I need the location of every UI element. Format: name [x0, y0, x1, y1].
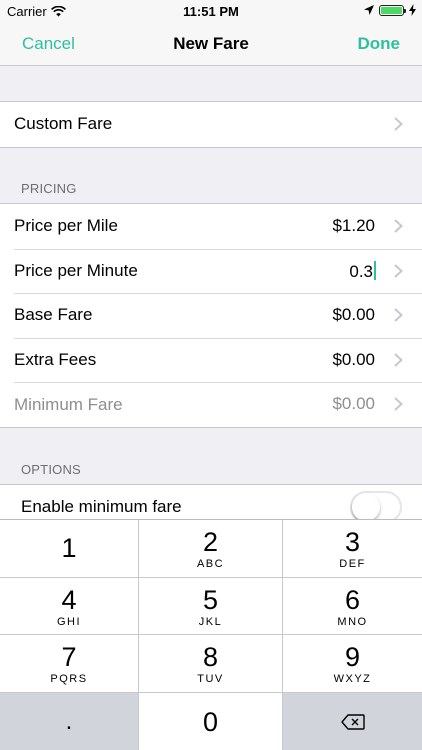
key-digit: 6	[344, 584, 361, 615]
status-time: 11:51 PM	[183, 4, 239, 19]
navigation-bar: Cancel New Fare Done	[0, 22, 422, 66]
price-per-mile-row[interactable]: Price per Mile $1.20	[0, 204, 422, 249]
price-per-minute-label: Price per Minute	[14, 260, 138, 280]
key-letters: PQRS	[50, 673, 88, 685]
done-button[interactable]: Done	[358, 34, 401, 54]
key-letters: ABC	[196, 558, 225, 570]
key-2[interactable]: 2 ABC	[139, 520, 283, 578]
status-right	[364, 4, 416, 16]
key-letters: TUV	[197, 673, 224, 685]
numeric-keypad: 1 2 ABC 3 DEF 4 GHI 5 JKL 6 MNO 7 PQRS 8…	[0, 519, 422, 750]
key-3[interactable]: 3 DEF	[283, 520, 422, 578]
pricing-section-header: PRICING	[21, 181, 77, 196]
extra-fees-label: Extra Fees	[14, 350, 97, 370]
key-digit: 8	[202, 642, 219, 672]
price-per-minute-input[interactable]: 0.3	[349, 260, 376, 282]
key-5[interactable]: 5 JKL	[139, 578, 283, 635]
enable-minimum-fare-label: Enable minimum fare	[21, 497, 182, 516]
key-digit: 4	[61, 584, 77, 615]
key-decimal[interactable]: .	[0, 693, 139, 750]
chevron-right-icon	[394, 308, 403, 322]
key-digit: .	[65, 708, 73, 735]
chevron-right-icon	[394, 397, 403, 412]
base-fare-label: Base Fare	[14, 305, 93, 325]
key-digit: 1	[61, 533, 77, 563]
options-section-header: OPTIONS	[21, 462, 81, 477]
base-fare-row[interactable]: Base Fare $0.00	[0, 293, 422, 338]
key-digit: 5	[202, 584, 219, 615]
pricing-group: Price per Mile $1.20 Price per Minute 0.…	[0, 203, 422, 428]
key-letters: WXYZ	[333, 673, 372, 685]
charging-bolt-icon	[409, 4, 416, 16]
key-7[interactable]: 7 PQRS	[0, 635, 139, 693]
key-letters: DEF	[339, 558, 366, 570]
minimum-fare-row[interactable]: Minimum Fare $0.00	[0, 382, 422, 427]
price-per-mile-value[interactable]: $1.20	[332, 216, 375, 236]
toggle-knob	[352, 493, 380, 521]
minimum-fare-value[interactable]: $0.00	[332, 394, 375, 414]
minimum-fare-label: Minimum Fare	[14, 394, 123, 414]
key-1[interactable]: 1	[0, 520, 139, 578]
chevron-right-icon	[394, 219, 403, 233]
key-digit: 0	[202, 707, 219, 737]
chevron-right-icon	[394, 117, 403, 131]
price-per-mile-label: Price per Mile	[14, 216, 118, 236]
chevron-right-icon	[394, 263, 403, 278]
custom-fare-row[interactable]: Custom Fare	[0, 102, 422, 147]
key-digit: 7	[61, 642, 77, 672]
text-cursor	[374, 260, 376, 280]
key-6[interactable]: 6 MNO	[283, 578, 422, 635]
base-fare-value[interactable]: $0.00	[332, 305, 375, 325]
key-0[interactable]: 0	[139, 693, 283, 750]
backspace-icon	[340, 714, 365, 730]
price-per-minute-value: 0.3	[349, 261, 373, 281]
price-per-minute-row[interactable]: Price per Minute 0.3	[0, 248, 422, 294]
delete-key[interactable]	[283, 693, 422, 750]
key-8[interactable]: 8 TUV	[139, 635, 283, 693]
custom-fare-group: Custom Fare	[0, 101, 422, 148]
key-letters: JKL	[198, 615, 223, 628]
status-bar: Carrier 11:51 PM	[0, 0, 422, 22]
battery-icon	[379, 4, 406, 16]
extra-fees-row[interactable]: Extra Fees $0.00	[0, 337, 422, 383]
extra-fees-value[interactable]: $0.00	[332, 350, 375, 370]
key-digit: 2	[202, 527, 219, 557]
key-9[interactable]: 9 WXYZ	[283, 635, 422, 693]
chevron-right-icon	[394, 353, 403, 367]
location-arrow-icon	[364, 5, 374, 15]
key-digit: 9	[344, 642, 361, 672]
key-4[interactable]: 4 GHI	[0, 578, 139, 635]
key-letters: GHI	[56, 615, 82, 628]
key-digit: 3	[344, 527, 361, 557]
key-letters: MNO	[337, 615, 368, 628]
custom-fare-label: Custom Fare	[14, 114, 113, 134]
options-group: Enable minimum fare	[0, 484, 422, 524]
